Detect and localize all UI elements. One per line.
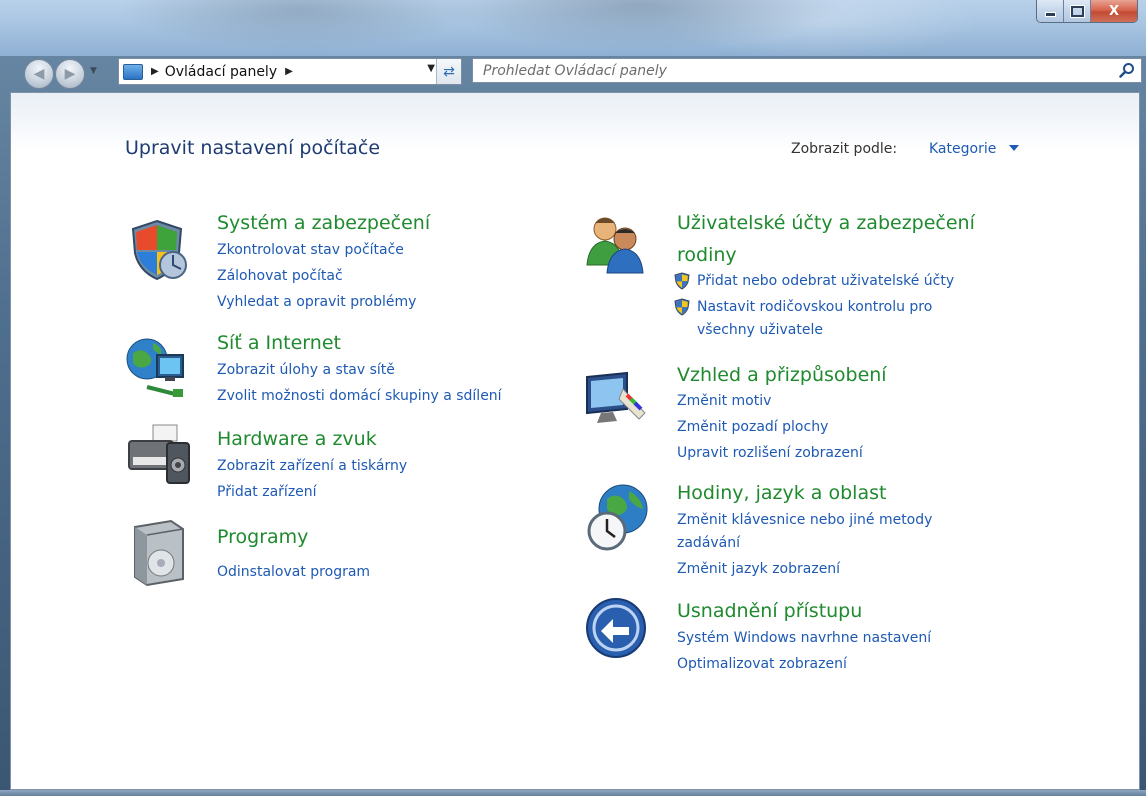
- forward-button[interactable]: ▶: [55, 59, 85, 89]
- clock-globe-icon[interactable]: [583, 481, 651, 551]
- link-optimize-display[interactable]: Optimalizovat zobrazení: [677, 655, 847, 673]
- link-view-network-status[interactable]: Zobrazit úlohy a stav sítě: [217, 361, 395, 379]
- forward-arrow-icon: ▶: [64, 66, 76, 82]
- minimize-icon: [1044, 11, 1056, 17]
- page-title: Upravit nastavení počítače: [125, 137, 381, 159]
- link-change-background[interactable]: Změnit pozadí plochy: [677, 418, 828, 436]
- window-bottom-frame: [0, 790, 1146, 796]
- close-icon: X: [1108, 3, 1120, 19]
- back-arrow-icon: ◀: [33, 66, 45, 82]
- category-system-security[interactable]: Systém a zabezpečení: [217, 211, 430, 235]
- search-placeholder: Prohledat Ovládací panely: [483, 62, 667, 79]
- globe-network-icon[interactable]: [123, 333, 191, 399]
- category-hardware-sound[interactable]: Hardware a zvuk: [217, 427, 377, 451]
- link-change-theme[interactable]: Změnit motiv: [677, 392, 771, 410]
- uac-shield-icon: [674, 298, 690, 316]
- category-clock-language[interactable]: Hodiny, jazyk a oblast: [677, 481, 886, 505]
- close-button[interactable]: X: [1091, 0, 1137, 22]
- ease-of-access-icon[interactable]: [585, 597, 647, 659]
- link-devices-printers[interactable]: Zobrazit zařízení a tiskárny: [217, 457, 407, 475]
- link-homegroup-sharing[interactable]: Zvolit možnosti domácí skupiny a sdílení: [217, 387, 502, 405]
- maximize-button[interactable]: [1064, 0, 1091, 22]
- uac-shield-icon: [674, 272, 690, 290]
- link-backup-computer[interactable]: Zálohovat počítač: [217, 267, 343, 285]
- category-appearance[interactable]: Vzhled a přizpůsobení: [677, 363, 887, 387]
- category-network-internet[interactable]: Síť a Internet: [217, 331, 341, 355]
- search-input[interactable]: Prohledat Ovládací panely: [472, 58, 1142, 83]
- users-icon[interactable]: [583, 209, 649, 275]
- link-adjust-resolution[interactable]: Upravit rozlišení zobrazení: [677, 444, 863, 462]
- view-by-caret-icon[interactable]: [1009, 145, 1019, 151]
- view-by-label: Zobrazit podle:: [791, 141, 898, 157]
- link-change-display-language[interactable]: Změnit jazyk zobrazení: [677, 560, 840, 578]
- category-programs[interactable]: Programy: [217, 525, 308, 549]
- refresh-icon: ⇄: [443, 63, 455, 80]
- link-change-keyboards[interactable]: Změnit klávesnice nebo jiné metody: [677, 511, 932, 529]
- link-change-keyboards-line2[interactable]: zadávání: [677, 534, 740, 552]
- title-bar[interactable]: X: [0, 0, 1146, 56]
- category-user-accounts[interactable]: Uživatelské účty a zabezpečení: [677, 211, 975, 235]
- link-find-fix-problems[interactable]: Vyhledat a opravit problémy: [217, 293, 416, 311]
- category-ease-of-access[interactable]: Usnadnění přístupu: [677, 599, 862, 623]
- recent-pages-dropdown-icon[interactable]: ▼: [90, 66, 97, 76]
- link-windows-suggest-settings[interactable]: Systém Windows navrhne nastavení: [677, 629, 931, 647]
- breadcrumb-chevron-icon[interactable]: ▶: [285, 66, 293, 77]
- breadcrumb-chevron-icon[interactable]: ▶: [151, 66, 159, 77]
- refresh-button[interactable]: ⇄: [436, 59, 461, 84]
- minimize-button[interactable]: [1037, 0, 1064, 22]
- link-parental-controls[interactable]: Nastavit rodičovskou kontrolu pro: [697, 298, 932, 316]
- programs-box-icon[interactable]: [127, 517, 189, 587]
- control-panel-icon: [123, 63, 143, 80]
- category-user-accounts-line2[interactable]: rodiny: [677, 243, 737, 267]
- search-icon[interactable]: [1119, 62, 1135, 78]
- link-add-remove-accounts[interactable]: Přidat nebo odebrat uživatelské účty: [697, 272, 954, 290]
- shield-icon[interactable]: [125, 217, 191, 283]
- appearance-monitor-icon[interactable]: [583, 369, 651, 429]
- link-parental-controls-line2[interactable]: všechny uživatele: [697, 321, 823, 339]
- content-panel: Upravit nastavení počítače Zobrazit podl…: [10, 92, 1140, 790]
- link-add-device[interactable]: Přidat zařízení: [217, 483, 317, 501]
- address-bar[interactable]: ▶ Ovládací panely ▶ ▼ ⇄: [118, 58, 462, 85]
- breadcrumb-control-panel[interactable]: Ovládací panely: [165, 64, 277, 80]
- link-check-computer-status[interactable]: Zkontrolovat stav počítače: [217, 241, 404, 259]
- back-button[interactable]: ◀: [24, 59, 54, 89]
- view-by-dropdown[interactable]: Kategorie: [929, 141, 996, 157]
- caption-buttons: X: [1036, 0, 1138, 23]
- printer-icon[interactable]: [123, 421, 191, 487]
- address-dropdown-icon[interactable]: ▼: [427, 63, 435, 74]
- link-uninstall-program[interactable]: Odinstalovat program: [217, 563, 370, 581]
- maximize-icon: [1070, 5, 1084, 17]
